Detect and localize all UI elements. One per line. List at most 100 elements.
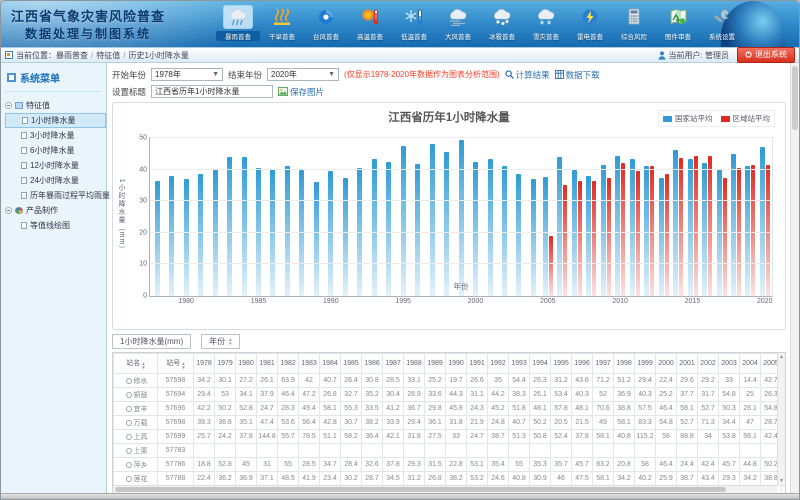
col-header-2001[interactable]: 2001 [677, 354, 698, 374]
nav-item-3[interactable]: 台风普查 [304, 4, 348, 41]
col-header-station-no[interactable]: 站号 ▴▾ [158, 354, 194, 374]
radio-button[interactable] [126, 406, 132, 412]
radio-button[interactable] [126, 378, 132, 384]
table-horizontal-scrollbar[interactable] [113, 485, 777, 493]
value-cell: 52.4 [551, 430, 572, 444]
calc-result-button[interactable]: 计算结果 [505, 69, 550, 81]
col-header-1979[interactable]: 1979 [215, 354, 236, 374]
window-vertical-scrollbar[interactable] [790, 63, 799, 493]
col-header-1989[interactable]: 1989 [425, 354, 446, 374]
scrollbar-thumb[interactable] [115, 487, 726, 492]
sidebar-item-等值线绘图[interactable]: 等值线绘图 [5, 218, 106, 233]
col-header-1991[interactable]: 1991 [467, 354, 488, 374]
col-header-1992[interactable]: 1992 [488, 354, 509, 374]
col-header-1993[interactable]: 1993 [509, 354, 530, 374]
nav-item-1[interactable]: 暴雨普查 [216, 4, 260, 41]
col-header-1996[interactable]: 1996 [572, 354, 593, 374]
col-header-1995[interactable]: 1995 [551, 354, 572, 374]
station-name-cell[interactable]: 宜丰 [114, 402, 158, 416]
sidebar-item-3小时降水量[interactable]: 3小时降水量 [5, 128, 106, 143]
radio-button[interactable] [126, 392, 132, 398]
collapse-icon[interactable] [5, 102, 12, 109]
col-header-1982[interactable]: 1982 [278, 354, 299, 374]
col-header-1988[interactable]: 1988 [404, 354, 425, 374]
collapse-icon[interactable] [5, 207, 12, 214]
table-row[interactable]: 萍乡 5778618.852.845315528.534.728.432.637… [114, 458, 787, 472]
data-download-button[interactable]: 数据下载 [555, 69, 600, 81]
col-header-1978[interactable]: 1978 [194, 354, 215, 374]
col-header-2003[interactable]: 2003 [719, 354, 740, 374]
col-header-1998[interactable]: 1998 [614, 354, 635, 374]
table-row[interactable]: 宜丰 5769642.250.252.824.728.349.458.155.3… [114, 402, 787, 416]
radio-button[interactable] [126, 420, 132, 426]
col-header-1990[interactable]: 1990 [446, 354, 467, 374]
table-row[interactable]: 万载 5769839.336.835.147.453.656.442.830.7… [114, 416, 787, 430]
radio-button[interactable] [126, 462, 132, 468]
col-header-1981[interactable]: 1981 [257, 354, 278, 374]
start-year-select[interactable]: 1978年 ▼ [151, 68, 223, 81]
col-header-1986[interactable]: 1986 [362, 354, 383, 374]
station-name-cell[interactable]: 万载 [114, 416, 158, 430]
radio-button[interactable] [126, 434, 132, 440]
sidebar-group-产品制作[interactable]: 产品制作 [5, 203, 106, 218]
col-header-1980[interactable]: 1980 [236, 354, 257, 374]
col-header-1984[interactable]: 1984 [320, 354, 341, 374]
nav-item-7[interactable]: 冰雹普查 [480, 4, 524, 41]
col-header-1997[interactable]: 1997 [593, 354, 614, 374]
nav-item-8[interactable]: 雪灾普查 [524, 4, 568, 41]
nav-item-12[interactable]: 系统设置 [700, 4, 744, 41]
bar-national-1993 [372, 159, 377, 296]
col-header-2004[interactable]: 2004 [740, 354, 761, 374]
table-row[interactable]: 上高 5769925.724.237.8144.855.778.551.158.… [114, 430, 787, 444]
sort-arrows-icon: ▴▾ [229, 338, 232, 346]
col-header-1987[interactable]: 1987 [383, 354, 404, 374]
radio-button[interactable] [126, 448, 132, 454]
save-image-button[interactable]: 保存图片 [278, 86, 324, 98]
table-vertical-scrollbar[interactable]: ▲▼ [777, 353, 785, 485]
nav-item-4[interactable]: 高温普查 [348, 4, 392, 41]
sidebar-group-label: 产品制作 [26, 205, 58, 216]
table-row[interactable]: 修水 5759834.230.127.226.163.94240.726.430… [114, 374, 787, 388]
sidebar-item-12小时降水量[interactable]: 12小时降水量 [5, 158, 106, 173]
station-name-cell[interactable]: 铜鼓 [114, 388, 158, 402]
table-row[interactable]: 铜鼓 5769429.45334.137.946.447.226.832.735… [114, 388, 787, 402]
station-name-cell[interactable]: 莲花 [114, 472, 158, 486]
sidebar-item-24小时降水量[interactable]: 24小时降水量 [5, 173, 106, 188]
radio-button[interactable] [126, 476, 132, 482]
col-header-2002[interactable]: 2002 [698, 354, 719, 374]
nav-item-9[interactable]: 雷电普查 [568, 4, 612, 41]
nav-item-6[interactable]: 大风普查 [436, 4, 480, 41]
nav-item-10[interactable]: 综合风险 [612, 4, 656, 41]
station-name-cell[interactable]: 上栗 [114, 444, 158, 458]
nav-item-2[interactable]: 干旱普查 [260, 4, 304, 41]
breadcrumb-item[interactable]: 暴雨普查 [56, 50, 88, 61]
nav-item-label: 图件审查 [656, 31, 700, 41]
end-year-select[interactable]: 2020年 ▼ [267, 68, 339, 81]
nav-item-11[interactable]: 图件审查 [656, 4, 700, 41]
table-row[interactable]: 莲花 5778822.436.236.937.148.541.923.430.2… [114, 472, 787, 486]
col-header-1985[interactable]: 1985 [341, 354, 362, 374]
breadcrumb-item[interactable]: 历史1小时降水量 [128, 50, 188, 61]
col-header-2000[interactable]: 2000 [656, 354, 677, 374]
col-header-1994[interactable]: 1994 [530, 354, 551, 374]
table-row[interactable]: 上栗 57783 [114, 444, 787, 458]
sidebar-item-历年暴雨过程平均雨量[interactable]: 历年暴雨过程平均雨量 [5, 188, 106, 203]
sidebar-item-6小时降水量[interactable]: 6小时降水量 [5, 143, 106, 158]
station-name-cell[interactable]: 上高 [114, 430, 158, 444]
station-name-cell[interactable]: 修水 [114, 374, 158, 388]
nav-item-5[interactable]: 低温普查 [392, 4, 436, 41]
year-sort-control[interactable]: 年份 ▴▾ [201, 334, 240, 349]
sidebar-group-特征值[interactable]: 特征值 [5, 98, 106, 113]
bar-group-2004 [526, 138, 540, 296]
breadcrumb-item[interactable]: 特征值 [96, 50, 120, 61]
sidebar-item-1小时降水量[interactable]: 1小时降水量 [5, 113, 106, 128]
exit-system-button[interactable]: 退出系统 [737, 47, 795, 63]
start-year-label: 开始年份 [112, 69, 146, 81]
col-header-station[interactable]: 站名 ▴▾ [114, 354, 158, 374]
station-name-cell[interactable]: 萍乡 [114, 458, 158, 472]
scrollbar-thumb[interactable] [792, 66, 798, 130]
chart-title-input[interactable] [151, 85, 273, 98]
col-header-1983[interactable]: 1983 [299, 354, 320, 374]
col-header-1999[interactable]: 1999 [635, 354, 656, 374]
bar-group-1988 [295, 138, 309, 296]
